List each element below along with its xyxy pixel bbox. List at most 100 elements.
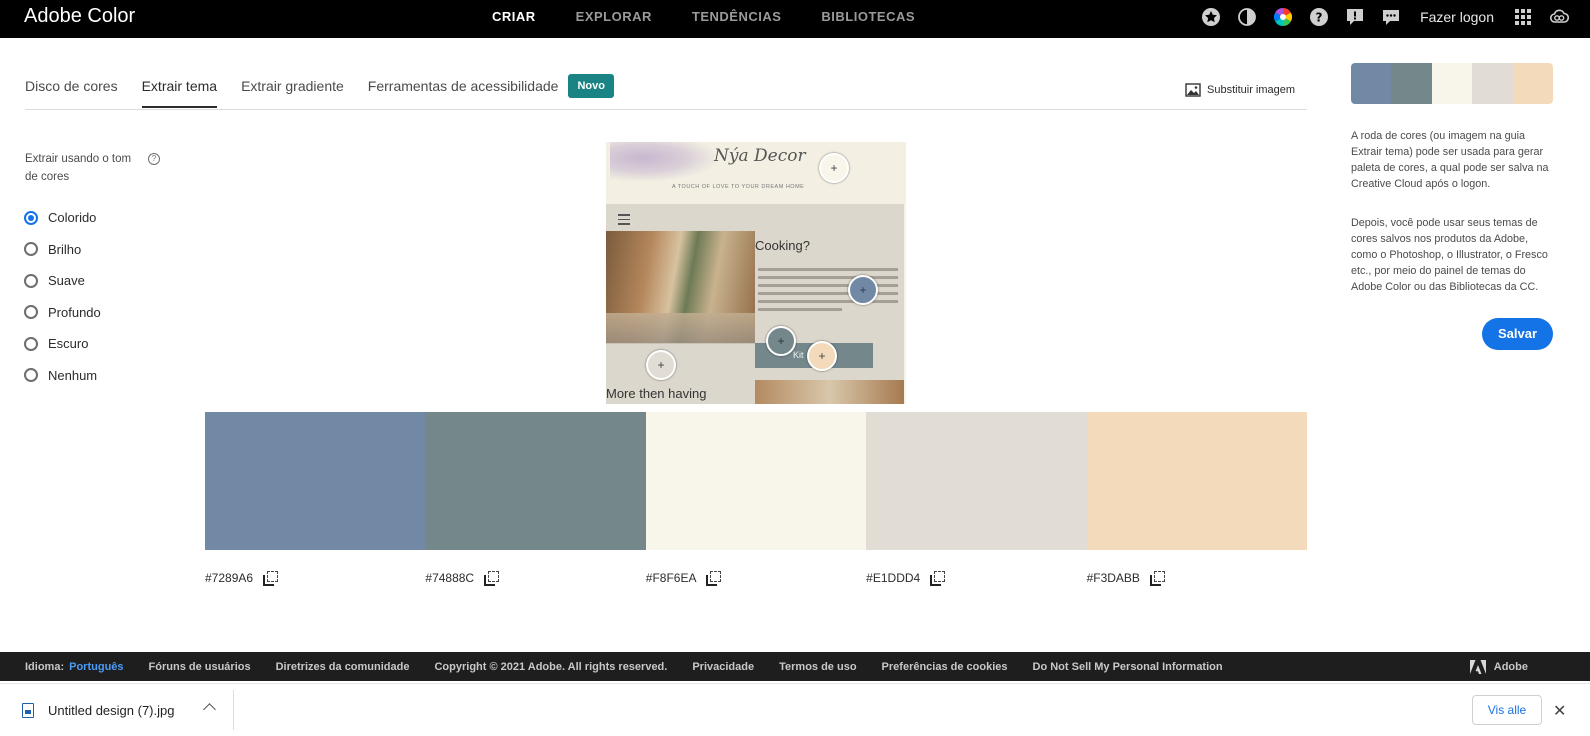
help-icon[interactable]: ?: [148, 153, 160, 165]
tab-extrair-gradiente[interactable]: Extrair gradiente: [241, 72, 344, 108]
close-icon[interactable]: ✕: [1553, 701, 1566, 721]
footer-link[interactable]: Termos de uso: [779, 661, 856, 673]
hex-cell: #F3DABB: [1087, 571, 1307, 586]
color-picker-handle[interactable]: +: [807, 341, 837, 371]
image-script-title: Nýa Decor: [714, 146, 806, 166]
alert-icon[interactable]: [1344, 6, 1366, 28]
radio-colorido[interactable]: Colorido: [24, 202, 101, 234]
hex-value[interactable]: #E1DDD4: [866, 571, 920, 585]
radio-label: Suave: [48, 273, 85, 289]
nav-bibliotecas[interactable]: BIBLIOTECAS: [821, 9, 915, 24]
language-link[interactable]: Português: [69, 661, 123, 673]
footer-link[interactable]: Fóruns de usuários: [149, 661, 251, 673]
radio-label: Escuro: [48, 336, 89, 352]
hex-value[interactable]: #74888C: [425, 571, 474, 585]
footer-link[interactable]: Preferências de cookies: [882, 661, 1008, 673]
theme-preview: [1351, 63, 1553, 104]
hamburger-menu-icon: [618, 214, 630, 228]
mood-radio-group: Colorido Brilho Suave Profundo Escuro Ne…: [24, 202, 101, 391]
footer-link[interactable]: Diretrizes da comunidade: [276, 661, 410, 673]
replace-image-button[interactable]: Substituir imagem: [1185, 83, 1295, 97]
login-link[interactable]: Fazer logon: [1420, 9, 1494, 25]
radio-label: Colorido: [48, 210, 97, 226]
color-picker-handle[interactable]: +: [646, 350, 676, 380]
replace-image-label: Substituir imagem: [1207, 84, 1296, 96]
radio-label: Nenhum: [48, 367, 98, 383]
color-picker-handle[interactable]: +: [766, 326, 796, 356]
footer-link[interactable]: Do Not Sell My Personal Information: [1033, 661, 1223, 673]
copyright-text: Copyright © 2021 Adobe. All rights reser…: [434, 660, 668, 673]
file-icon: [22, 703, 34, 718]
show-all-button[interactable]: Vis alle: [1472, 695, 1542, 725]
color-swatch-1[interactable]: [205, 412, 426, 550]
image-icon: [1185, 83, 1201, 97]
radio-nenhum[interactable]: Nenhum: [24, 360, 101, 392]
nav-criar[interactable]: CRIAR: [492, 9, 536, 24]
nav-explorar[interactable]: EXPLORAR: [576, 9, 652, 24]
source-image-preview[interactable]: Nýa Decor A TOUCH OF LOVE TO YOUR DREAM …: [606, 142, 906, 404]
footer: Idioma: Português Fóruns de usuários Dir…: [0, 652, 1590, 681]
radio-profundo[interactable]: Profundo: [24, 297, 101, 329]
color-picker-handle[interactable]: +: [848, 275, 878, 305]
tab-ferramentas-acessibilidade[interactable]: Ferramentas de acessibilidade: [368, 72, 559, 108]
adobe-logo-icon: [1469, 660, 1486, 674]
theme-swatch-1: [1351, 63, 1392, 104]
image-heading: Cooking?: [755, 238, 810, 253]
theme-swatch-2: [1391, 63, 1432, 104]
color-swatches: [205, 412, 1307, 550]
top-bar: Adobe Color CRIAR EXPLORAR TENDÊNCIAS BI…: [0, 0, 1590, 38]
save-button[interactable]: Salvar: [1482, 318, 1553, 350]
chat-icon[interactable]: [1380, 6, 1402, 28]
hex-value[interactable]: #7289A6: [205, 571, 253, 585]
star-icon[interactable]: [1200, 6, 1222, 28]
copy-icon[interactable]: [484, 571, 500, 586]
copy-icon[interactable]: [1149, 571, 1165, 586]
apps-grid-icon[interactable]: [1512, 6, 1534, 28]
nav-tendencias[interactable]: TENDÊNCIAS: [692, 9, 782, 24]
creative-cloud-icon[interactable]: [1548, 6, 1570, 28]
radio-selected-icon: [24, 210, 38, 225]
color-swatch-4[interactable]: [866, 412, 1087, 550]
language-label: Idioma:: [25, 660, 65, 673]
flower-graphic: [610, 142, 720, 182]
radio-label: Brilho: [48, 241, 82, 257]
radio-brilho[interactable]: Brilho: [24, 234, 101, 266]
moon-icon[interactable]: [1236, 6, 1258, 28]
color-wheel-icon[interactable]: [1272, 6, 1294, 28]
color-picker-handle[interactable]: +: [819, 153, 849, 183]
copy-icon[interactable]: [263, 571, 279, 586]
top-icons: ? Fazer logon: [1200, 6, 1570, 28]
adobe-label: Adobe: [1493, 661, 1528, 673]
copy-icon[interactable]: [930, 571, 946, 586]
app-title[interactable]: Adobe Color: [24, 5, 135, 28]
hex-value[interactable]: #F8F6EA: [646, 571, 697, 585]
radio-icon: [24, 336, 38, 351]
theme-swatch-3: [1431, 63, 1473, 104]
theme-swatch-5: [1512, 63, 1553, 104]
color-swatch-3[interactable]: [645, 412, 867, 550]
chevron-up-icon[interactable]: [203, 703, 216, 716]
color-swatch-2[interactable]: [425, 412, 646, 550]
copy-icon[interactable]: [706, 571, 722, 586]
download-item[interactable]: Untitled design (7).jpg: [22, 703, 174, 718]
tab-extrair-tema[interactable]: Extrair tema: [141, 72, 218, 108]
image-tagline: A TOUCH OF LOVE TO YOUR DREAM HOME: [672, 184, 805, 190]
color-swatch-5[interactable]: [1086, 412, 1307, 550]
help-icon[interactable]: ?: [1308, 6, 1330, 28]
info-text-2: Depois, você pode usar seus temas de cor…: [1351, 217, 1548, 293]
radio-escuro[interactable]: Escuro: [24, 328, 101, 360]
adobe-brand[interactable]: Adobe: [1469, 660, 1553, 674]
image-thumbnail: [755, 380, 904, 404]
radio-suave[interactable]: Suave: [24, 265, 101, 297]
hex-value[interactable]: #F3DABB: [1087, 571, 1140, 585]
info-text-1: A roda de cores (ou imagem na guia Extra…: [1351, 130, 1549, 190]
footer-link[interactable]: Privacidade: [692, 661, 754, 673]
tab-divider: [25, 109, 1307, 110]
radio-icon: [24, 273, 38, 288]
image-bottom-text: More then having: [606, 386, 707, 401]
main-nav: CRIAR EXPLORAR TENDÊNCIAS BIBLIOTECAS: [492, 9, 915, 24]
hex-cell: #E1DDD4: [866, 571, 1086, 586]
tab-disco-de-cores[interactable]: Disco de cores: [25, 72, 118, 108]
hex-values: #7289A6 #74888C #F8F6EA #E1DDD4 #F3DABB: [205, 571, 1307, 586]
download-filename: Untitled design (7).jpg: [48, 703, 175, 718]
